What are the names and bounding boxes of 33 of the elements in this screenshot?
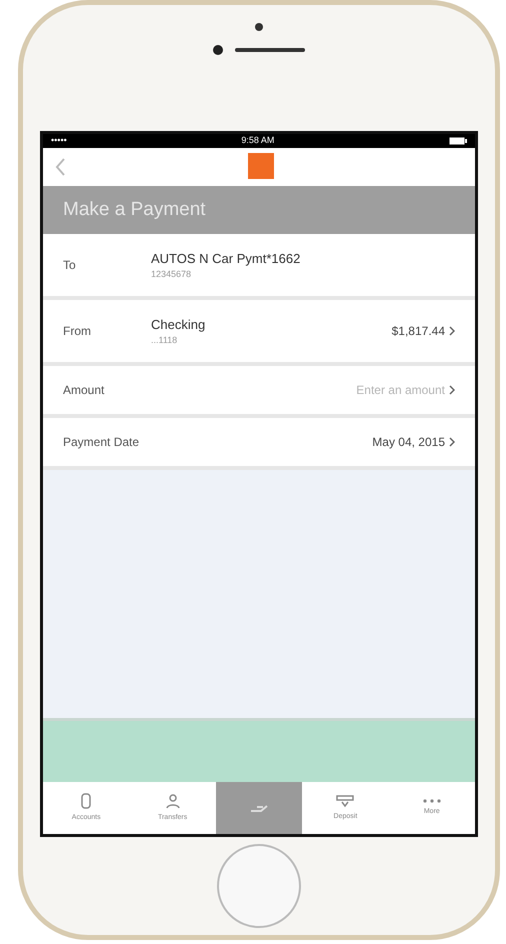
row-value: AUTOS N Car Pymt*1662 — [151, 250, 302, 268]
carrier-signal: ••••• — [51, 134, 67, 148]
tab[interactable] — [216, 782, 302, 834]
people-icon — [164, 792, 181, 809]
row-amount: Enter an amount — [356, 382, 445, 399]
speaker-slot — [235, 48, 305, 52]
row-detail: 12345678 — [151, 268, 192, 281]
chevron-icon — [449, 437, 455, 447]
row-label: Payment Date — [63, 434, 140, 451]
more-icon — [422, 798, 441, 803]
camera-icon — [213, 45, 223, 55]
logo-icon — [248, 153, 274, 179]
row-label: From — [63, 323, 92, 340]
form-row[interactable]: From Checking ...1118 $1,817.44 — [43, 300, 475, 366]
phone-icon — [81, 792, 92, 809]
chevron-icon — [449, 326, 455, 336]
row-detail: ...1118 — [151, 334, 178, 347]
page-title: Make a Payment — [63, 198, 206, 222]
row-label: Amount — [63, 382, 106, 399]
status-time: 9:58 AM — [241, 134, 274, 148]
form-row[interactable]: Amount Enter an amount — [43, 366, 475, 418]
check-deposit-icon — [336, 794, 354, 808]
row-amount: $1,817.44 — [392, 323, 445, 340]
row-amount: May 04, 2015 — [372, 434, 445, 451]
row-value: Checking — [151, 316, 206, 334]
back-icon[interactable] — [55, 158, 65, 176]
form-row[interactable]: Payment Date May 04, 2015 — [43, 418, 475, 470]
camera-icon — [255, 23, 263, 31]
submit-button[interactable] — [43, 718, 475, 782]
row-label: To — [63, 257, 77, 274]
chevron-icon — [449, 385, 455, 395]
form-row[interactable]: To AUTOS N Car Pymt*1662 12345678 — [43, 234, 475, 300]
battery-icon — [448, 137, 467, 145]
